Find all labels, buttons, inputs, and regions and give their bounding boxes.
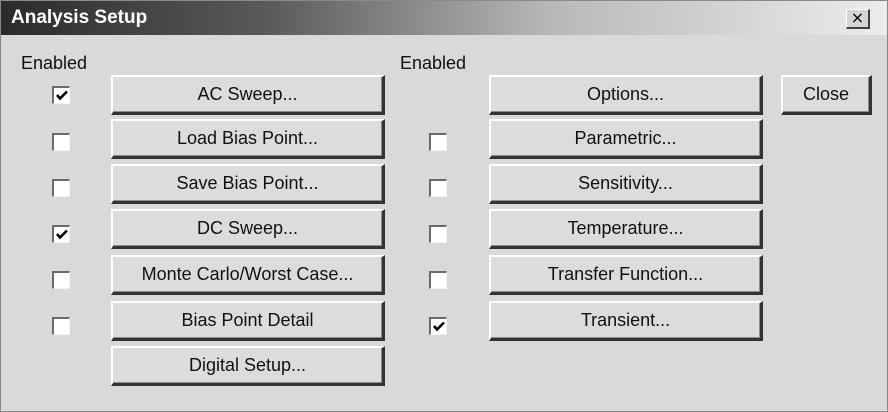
title-bar: Analysis Setup × xyxy=(1,1,887,35)
load-bias-point-checkbox[interactable] xyxy=(52,133,70,151)
dc-sweep-button[interactable]: DC Sweep... xyxy=(111,209,385,249)
digital-setup-button[interactable]: Digital Setup... xyxy=(111,346,385,386)
load-bias-point-button[interactable]: Load Bias Point... xyxy=(111,119,385,159)
save-bias-point-checkbox[interactable] xyxy=(52,179,70,197)
parametric-button[interactable]: Parametric... xyxy=(489,119,763,159)
analysis-setup-dialog: Analysis Setup × Enabled AC Sweep... Loa… xyxy=(0,0,888,412)
temperature-button[interactable]: Temperature... xyxy=(489,209,763,249)
save-bias-point-button[interactable]: Save Bias Point... xyxy=(111,164,385,204)
ac-sweep-checkbox[interactable] xyxy=(52,86,70,104)
transfer-function-checkbox[interactable] xyxy=(429,271,447,289)
bias-point-detail-button[interactable]: Bias Point Detail xyxy=(111,301,385,341)
close-button[interactable]: Close xyxy=(781,75,872,115)
ac-sweep-button[interactable]: AC Sweep... xyxy=(111,75,385,115)
dc-sweep-checkbox[interactable] xyxy=(52,225,70,243)
transient-button[interactable]: Transient... xyxy=(489,301,763,341)
monte-carlo-button[interactable]: Monte Carlo/Worst Case... xyxy=(111,255,385,295)
bias-point-detail-checkbox[interactable] xyxy=(52,317,70,335)
transfer-function-button[interactable]: Transfer Function... xyxy=(489,255,763,295)
window-title: Analysis Setup xyxy=(11,7,148,28)
transient-checkbox[interactable] xyxy=(429,317,447,335)
parametric-checkbox[interactable] xyxy=(429,133,447,151)
monte-carlo-checkbox[interactable] xyxy=(52,271,70,289)
window-close-icon[interactable]: × xyxy=(846,9,870,29)
temperature-checkbox[interactable] xyxy=(429,225,447,243)
right-enabled-header: Enabled xyxy=(400,53,467,73)
sensitivity-checkbox[interactable] xyxy=(429,179,447,197)
checkmark-icon xyxy=(56,229,68,240)
sensitivity-button[interactable]: Sensitivity... xyxy=(489,164,763,204)
options-button[interactable]: Options... xyxy=(489,75,763,115)
checkmark-icon xyxy=(56,90,68,101)
checkmark-icon xyxy=(433,321,445,332)
left-enabled-header: Enabled xyxy=(21,53,88,73)
